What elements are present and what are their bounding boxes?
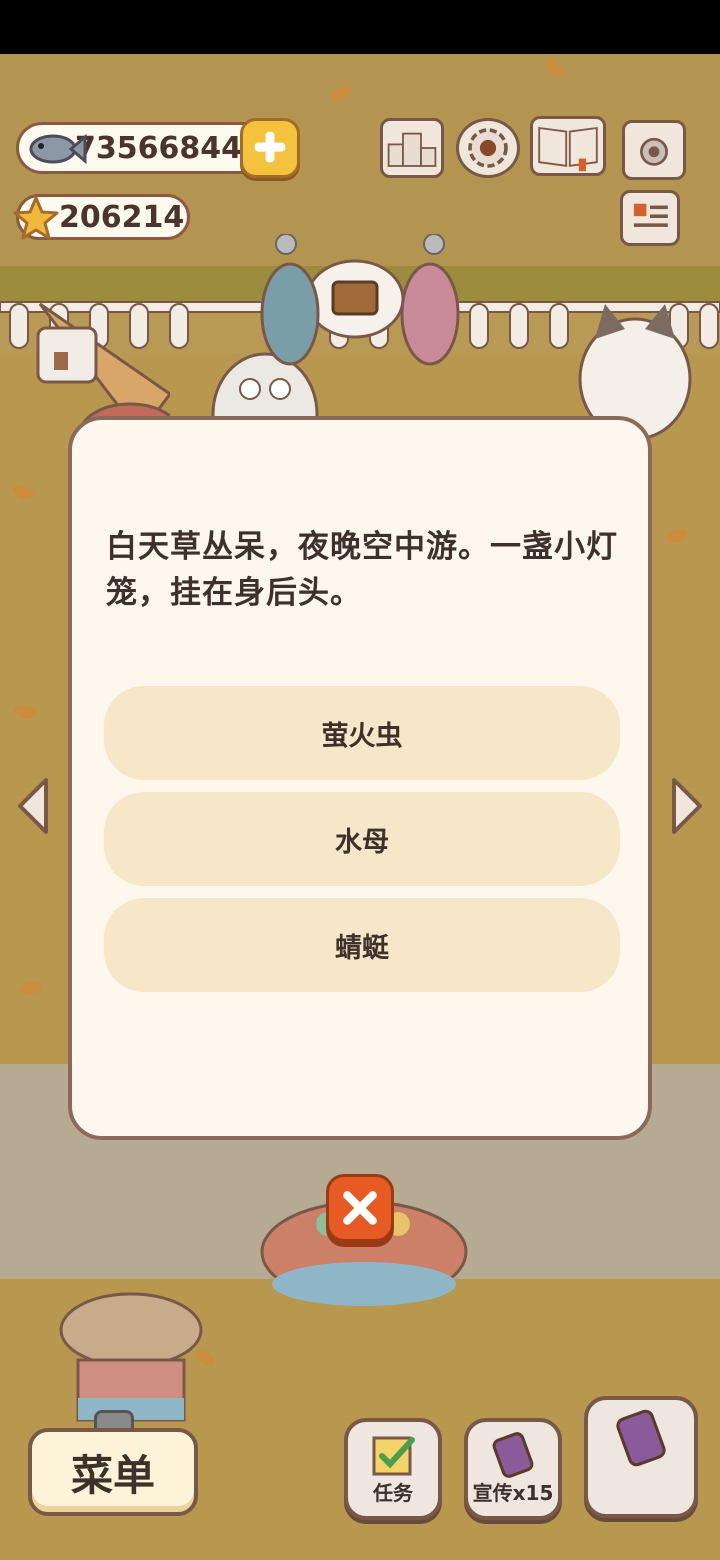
phone-icon — [616, 1409, 666, 1467]
star-icon — [13, 196, 59, 240]
plus-icon — [254, 131, 286, 163]
checklist-icon — [372, 1436, 415, 1476]
fish-count: 735668444 — [75, 130, 263, 166]
gear-icon — [468, 128, 508, 168]
newspaper-icon — [633, 203, 668, 227]
previous-arrow-button[interactable] — [14, 776, 54, 836]
task-button[interactable]: 任务 — [344, 1418, 442, 1520]
album-button[interactable] — [530, 116, 606, 176]
ranking-button[interactable] — [380, 118, 444, 178]
promote-button[interactable]: 宣传x15 — [464, 1418, 562, 1520]
phone-promote-button[interactable] — [584, 1396, 698, 1518]
fish-currency-display: 735668444 — [16, 122, 278, 174]
status-bar — [0, 0, 720, 54]
task-label: 任务 — [373, 1481, 413, 1505]
house-icon-decoration — [36, 326, 98, 384]
camera-icon — [640, 137, 668, 166]
next-arrow-button[interactable] — [666, 776, 706, 836]
news-button[interactable] — [620, 190, 680, 246]
phone-icon — [492, 1432, 534, 1478]
podium-icon — [387, 132, 437, 167]
riddle-dialog: 白天草丛呆，夜晚空中游。一盏小灯笼，挂在身后头。 萤火虫 水母 蜻蜓 — [68, 416, 652, 1140]
close-icon — [343, 1191, 377, 1225]
candy-stand-decoration — [260, 234, 460, 366]
star-count: 206214 — [59, 199, 185, 235]
book-icon — [538, 126, 598, 172]
answer-option-3[interactable]: 蜻蜓 — [104, 898, 620, 992]
star-currency-display: 206214 — [13, 194, 190, 240]
settings-button[interactable] — [456, 118, 520, 178]
riddle-question: 白天草丛呆，夜晚空中游。一盏小灯笼，挂在身后头。 — [106, 529, 618, 611]
add-fish-button[interactable] — [240, 118, 300, 178]
answer-option-2[interactable]: 水母 — [104, 792, 620, 886]
menu-button[interactable]: 菜单 — [28, 1428, 198, 1516]
fish-icon — [29, 133, 87, 165]
promote-label: 宣传x15 — [472, 1481, 554, 1505]
close-dialog-button[interactable] — [326, 1174, 394, 1242]
camera-button[interactable] — [622, 120, 686, 180]
answer-option-1[interactable]: 萤火虫 — [104, 686, 620, 780]
